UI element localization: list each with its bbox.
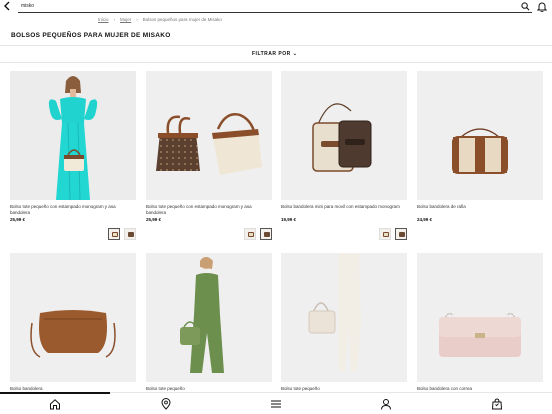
color-swatch[interactable] bbox=[108, 228, 120, 240]
color-swatch[interactable] bbox=[395, 228, 407, 240]
product-name[interactable]: Bolso tote pequeño con estampado monogra… bbox=[146, 204, 272, 215]
bell-icon[interactable] bbox=[537, 1, 547, 12]
product-image[interactable] bbox=[146, 253, 272, 382]
top-bar: misko bbox=[0, 0, 552, 14]
breadcrumb-separator: › bbox=[136, 17, 138, 22]
breadcrumb-home[interactable]: Inicio bbox=[98, 17, 109, 22]
color-swatch[interactable] bbox=[379, 228, 391, 240]
shopping-bag-icon[interactable] bbox=[491, 398, 503, 410]
color-swatches bbox=[244, 228, 272, 240]
product-card[interactable]: Bolso tote pequeño bbox=[146, 253, 272, 397]
search-query[interactable]: misko bbox=[21, 2, 34, 10]
color-swatches bbox=[379, 228, 407, 240]
location-pin-icon[interactable] bbox=[160, 398, 172, 410]
breadcrumb-separator: › bbox=[113, 17, 116, 22]
filter-button[interactable]: FILTRAR POR ⌄ bbox=[252, 50, 297, 58]
product-card[interactable]: Bolso bandolera con correa bbox=[417, 253, 543, 397]
filter-label: FILTRAR POR bbox=[252, 51, 291, 57]
product-card[interactable]: Bolso bandolera de rafia 24,99 € bbox=[417, 71, 543, 223]
color-swatch[interactable] bbox=[260, 228, 272, 240]
home-icon[interactable] bbox=[49, 398, 61, 410]
breadcrumb-current: Bolsos pequeños para mujer de Misako bbox=[142, 17, 222, 22]
color-swatches bbox=[108, 228, 136, 240]
product-card[interactable]: Bolso bandolera mini para movil con esta… bbox=[281, 71, 407, 240]
product-price: 25,99 € bbox=[146, 217, 162, 222]
product-card[interactable]: Bolso tote pequeño con estampado monogra… bbox=[146, 71, 272, 240]
product-image[interactable] bbox=[281, 253, 407, 382]
product-card[interactable]: Bolso tote pequeño bbox=[281, 253, 407, 397]
product-image[interactable] bbox=[281, 71, 407, 200]
product-price: 24,99 € bbox=[417, 217, 433, 222]
chevron-left-icon[interactable] bbox=[3, 1, 13, 13]
chevron-down-icon: ⌄ bbox=[292, 51, 298, 57]
page-title: BOLSOS PEQUEÑOS PARA MUJER DE MISAKO bbox=[11, 32, 171, 39]
product-name[interactable]: Bolso tote pequeño con estampado monogra… bbox=[10, 204, 136, 215]
search-input[interactable]: misko bbox=[18, 1, 532, 13]
user-icon[interactable] bbox=[380, 398, 392, 410]
active-tab-indicator bbox=[0, 392, 110, 394]
breadcrumb-women[interactable]: Mujer bbox=[120, 17, 131, 22]
product-card[interactable]: Bolso bandolera bbox=[10, 253, 136, 397]
product-image[interactable] bbox=[417, 71, 543, 200]
product-image[interactable] bbox=[10, 253, 136, 382]
color-swatch[interactable] bbox=[244, 228, 256, 240]
product-price: 19,99 € bbox=[281, 217, 297, 222]
product-image[interactable] bbox=[10, 71, 136, 200]
product-image[interactable] bbox=[417, 253, 543, 382]
bottom-nav bbox=[0, 392, 552, 414]
product-image[interactable] bbox=[146, 71, 272, 200]
product-name[interactable]: Bolso bandolera mini para movil con esta… bbox=[281, 204, 407, 215]
product-card[interactable]: Bolso tote pequeño con estampado monogra… bbox=[10, 71, 136, 240]
divider bbox=[0, 62, 552, 63]
product-price: 25,99 € bbox=[10, 217, 26, 222]
hamburger-menu-icon[interactable] bbox=[270, 398, 282, 410]
color-swatch[interactable] bbox=[124, 228, 136, 240]
divider bbox=[0, 45, 552, 46]
product-name[interactable]: Bolso bandolera de rafia bbox=[417, 204, 543, 215]
search-icon[interactable] bbox=[521, 2, 530, 11]
breadcrumb: Inicio › Mujer › Bolsos pequeños para mujer … bbox=[98, 16, 222, 24]
